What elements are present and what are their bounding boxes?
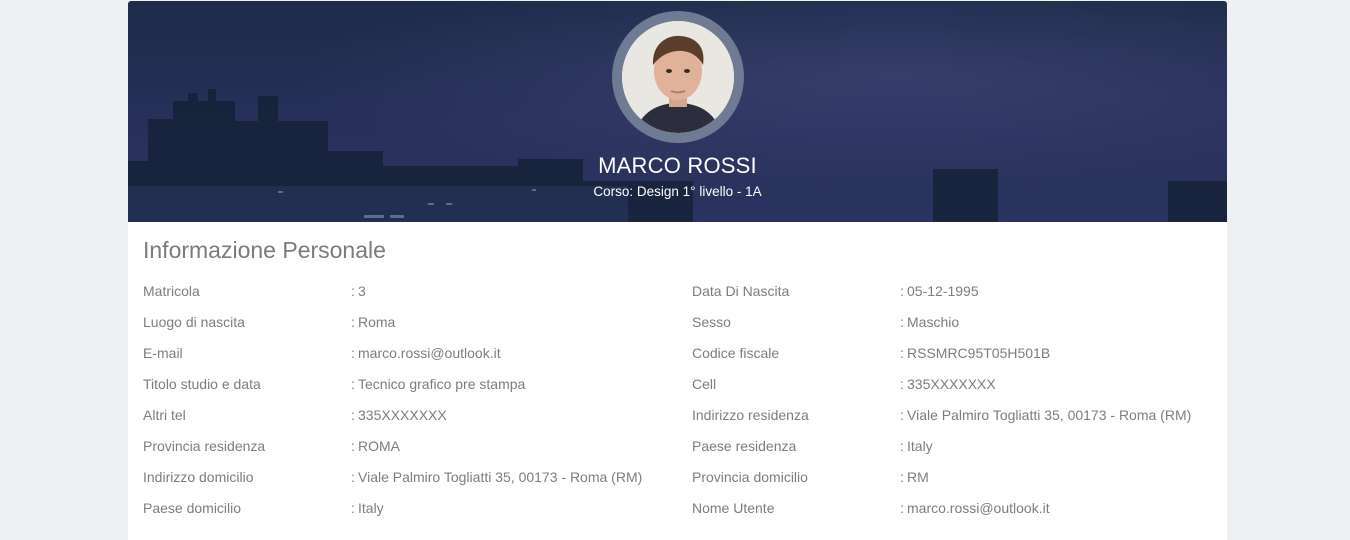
field-separator: : bbox=[351, 438, 355, 454]
field-label: Paese residenza bbox=[692, 438, 797, 454]
field-value: 335XXXXXXX bbox=[358, 407, 447, 423]
field-label: Altri tel bbox=[143, 407, 186, 423]
field-value: Tecnico grafico pre stampa bbox=[358, 376, 526, 392]
field-value: 335XXXXXXX bbox=[907, 376, 996, 392]
field-label: E-mail bbox=[143, 345, 183, 361]
field-label: Cell bbox=[692, 376, 717, 392]
field-label: Provincia residenza bbox=[143, 438, 266, 454]
avatar[interactable] bbox=[622, 21, 734, 133]
avatar-ring bbox=[612, 11, 744, 143]
field-value: Italy bbox=[358, 500, 384, 516]
section-title: Informazione Personale bbox=[143, 237, 386, 263]
field-separator: : bbox=[900, 314, 904, 330]
field-label: Indirizzo domicilio bbox=[143, 469, 254, 485]
profile-banner: MARCO ROSSI Corso: Design 1° livello - 1… bbox=[128, 1, 1227, 222]
field-label: Paese domicilio bbox=[143, 500, 242, 516]
field-separator: : bbox=[900, 407, 904, 423]
field-value: 3 bbox=[358, 283, 366, 299]
field-label: Provincia domicilio bbox=[692, 469, 808, 485]
field-value: RSSMRC95T05H501B bbox=[907, 345, 1051, 361]
student-course: Corso: Design 1° livello - 1A bbox=[593, 184, 762, 199]
field-label: Indirizzo residenza bbox=[692, 407, 809, 423]
field-separator: : bbox=[900, 345, 904, 361]
field-value: ROMA bbox=[358, 438, 400, 454]
field-value: RM bbox=[907, 469, 929, 485]
profile-card: MARCO ROSSI Corso: Design 1° livello - 1… bbox=[128, 1, 1227, 540]
field-label: Codice fiscale bbox=[692, 345, 780, 361]
field-label: Data Di Nascita bbox=[692, 283, 790, 299]
field-label: Nome Utente bbox=[692, 500, 775, 516]
field-value: 05-12-1995 bbox=[907, 283, 979, 299]
field-value: Maschio bbox=[907, 314, 960, 330]
field-label: Luogo di nascita bbox=[143, 314, 245, 330]
field-separator: : bbox=[900, 438, 904, 454]
field-separator: : bbox=[351, 407, 355, 423]
field-label: Matricola bbox=[143, 283, 200, 299]
field-value: Viale Palmiro Togliatti 35, 00173 - Roma… bbox=[907, 407, 1192, 423]
field-label: Sesso bbox=[692, 314, 731, 330]
field-value: Italy bbox=[907, 438, 933, 454]
field-separator: : bbox=[351, 376, 355, 392]
field-value: Viale Palmiro Togliatti 35, 00173 - Roma… bbox=[358, 469, 643, 485]
field-separator: : bbox=[351, 500, 355, 516]
field-separator: : bbox=[351, 345, 355, 361]
student-photo bbox=[622, 21, 734, 133]
field-value: Roma bbox=[358, 314, 396, 330]
field-separator: : bbox=[900, 500, 904, 516]
field-value: marco.rossi@outlook.it bbox=[358, 345, 501, 361]
field-separator: : bbox=[351, 283, 355, 299]
field-label: Titolo studio e data bbox=[143, 376, 261, 392]
field-separator: : bbox=[351, 314, 355, 330]
field-separator: : bbox=[900, 283, 904, 299]
student-name: MARCO ROSSI bbox=[598, 153, 757, 178]
field-value: marco.rossi@outlook.it bbox=[907, 500, 1050, 516]
field-separator: : bbox=[900, 469, 904, 485]
field-separator: : bbox=[900, 376, 904, 392]
field-separator: : bbox=[351, 469, 355, 485]
